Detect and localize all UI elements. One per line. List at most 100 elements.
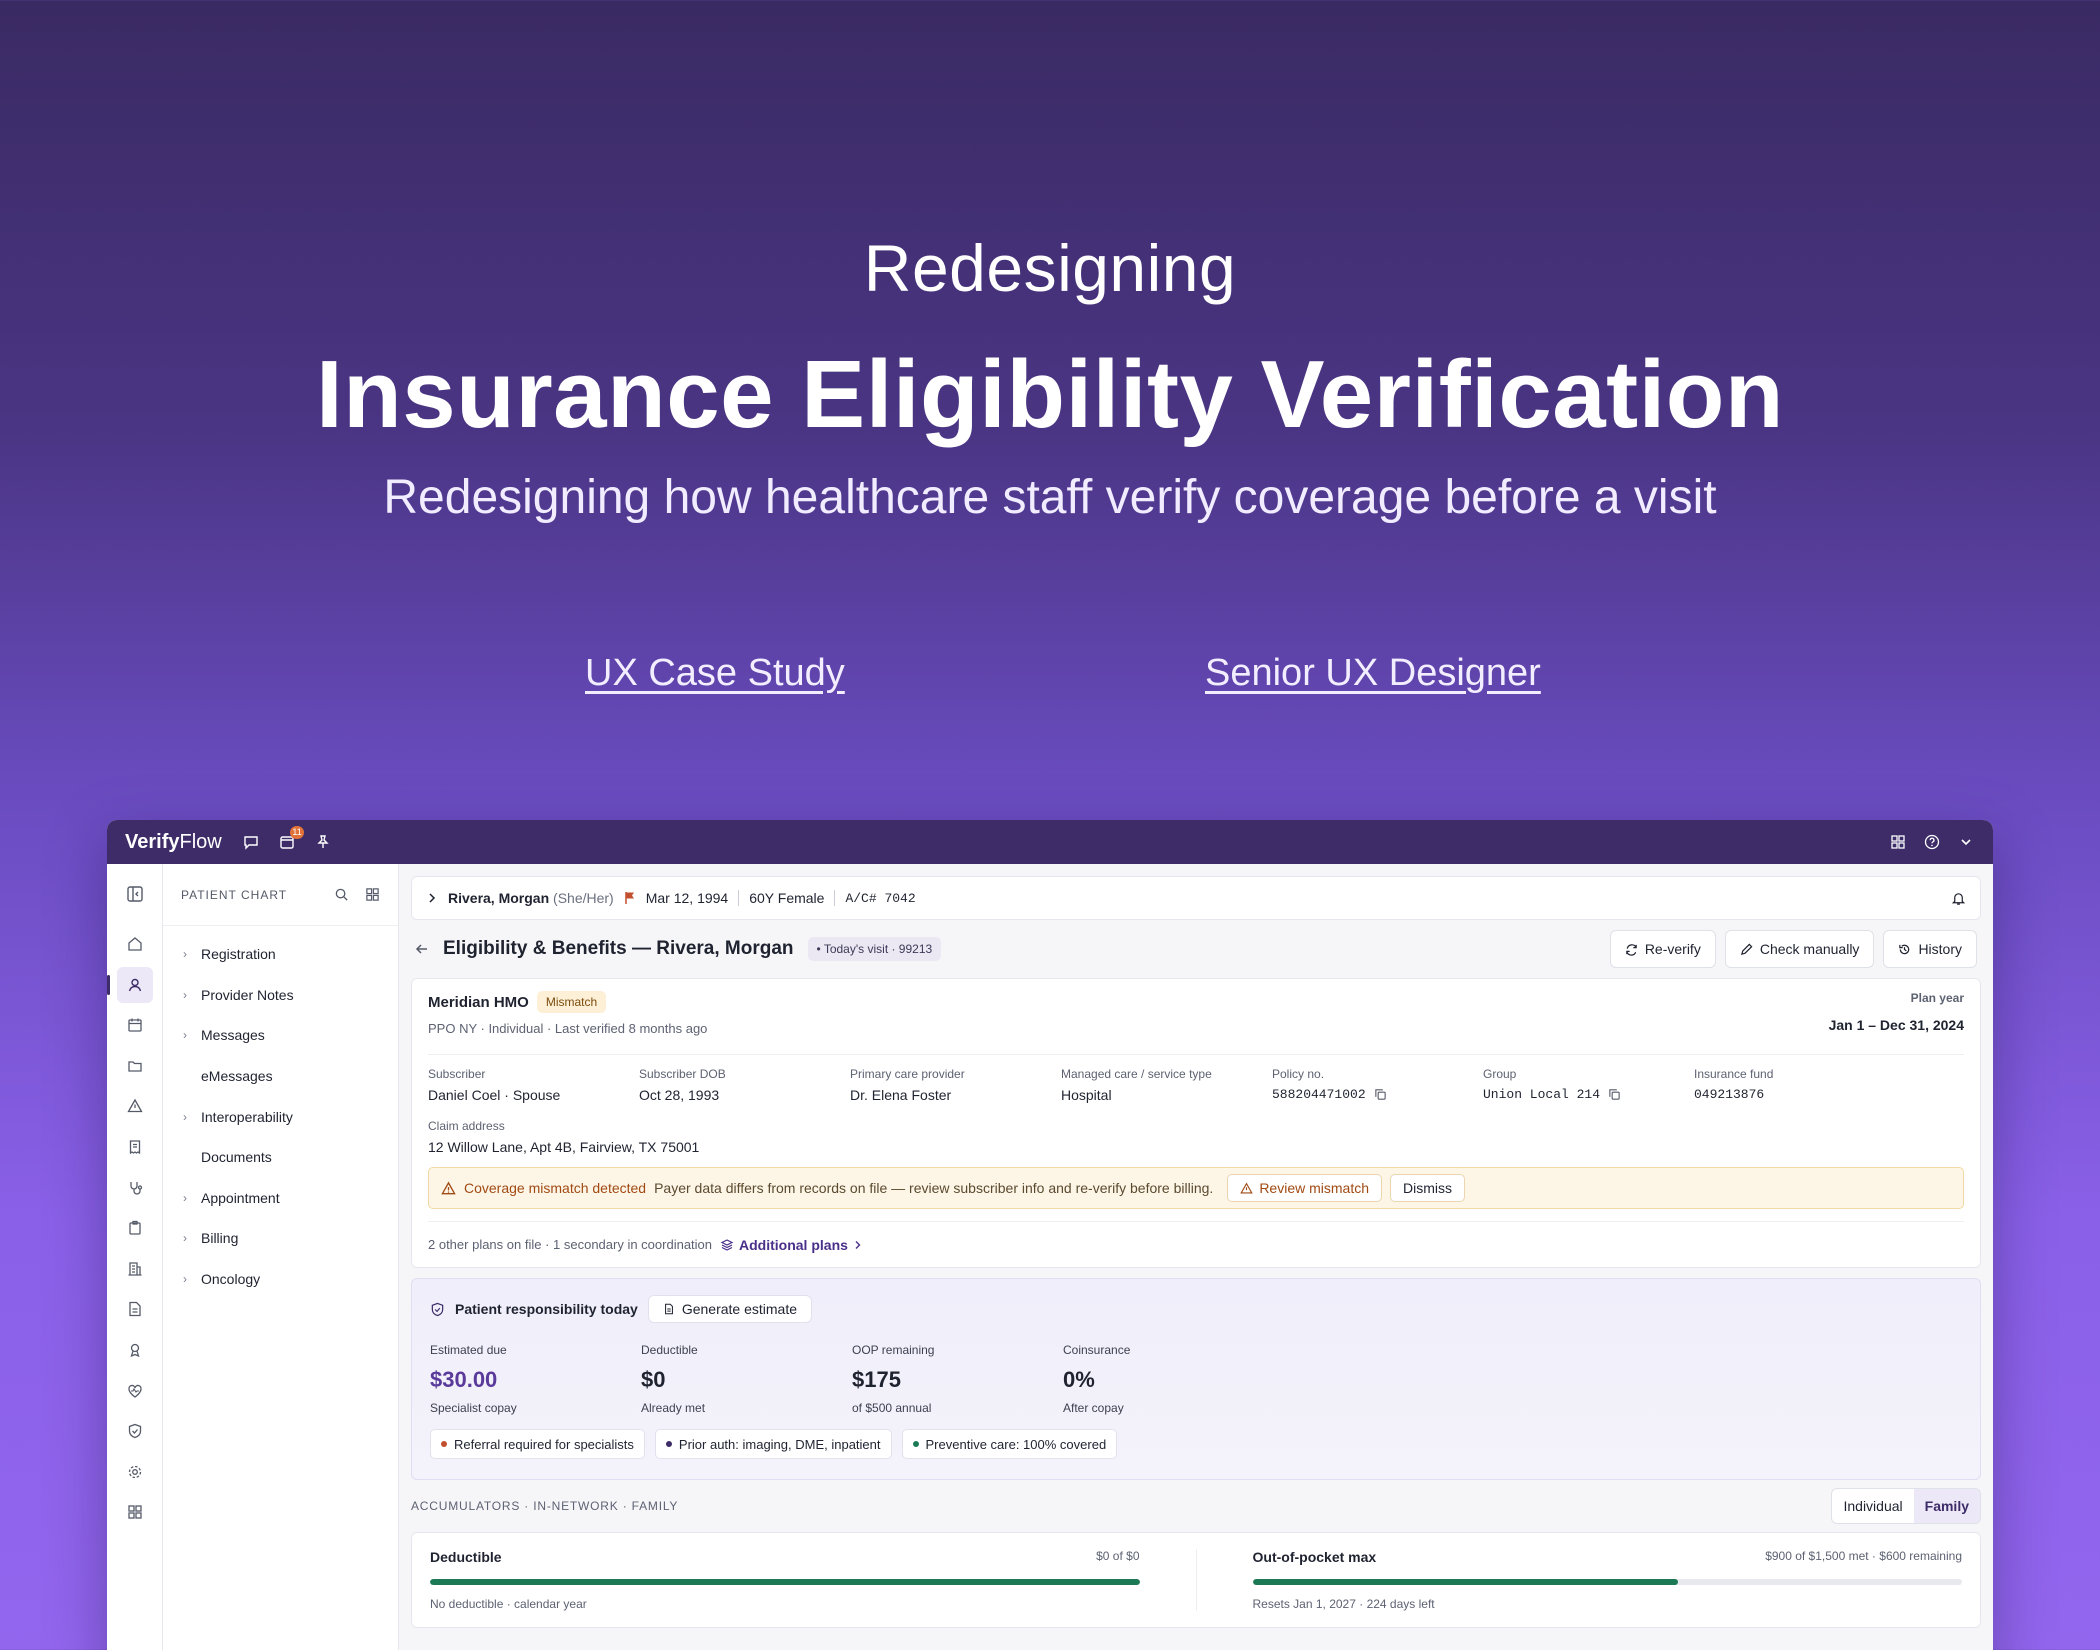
nav-item-oncology[interactable]: › Oncology [163, 1259, 398, 1300]
chevron-right-icon: › [183, 987, 187, 1002]
pill-prior-auth: Prior auth: imaging, DME, inpatient [654, 1429, 892, 1459]
tag-case-study[interactable]: UX Case Study [585, 652, 845, 695]
field-group: Group Union Local 214 [1483, 1067, 1694, 1103]
field-insurance-fund: Insurance fund 049213876 [1694, 1067, 1774, 1102]
hero-subtitle: Redesigning how healthcare staff verify … [383, 471, 1717, 524]
chevron-right-icon: › [183, 1109, 187, 1124]
plan-card: Meridian HMO Mismatch PPO NY · Individual… [411, 978, 1981, 1268]
other-plans-text: 2 other plans on file · 1 secondary in c… [428, 1237, 713, 1252]
refresh-icon [1625, 943, 1638, 956]
copy-icon[interactable] [1374, 1088, 1387, 1101]
apps-grid-icon[interactable] [1889, 833, 1907, 851]
chevron-down-icon[interactable] [1957, 833, 1975, 851]
ribbon-icon[interactable] [117, 1332, 153, 1368]
widgets-icon[interactable] [117, 1494, 153, 1530]
metric-coinsurance: Coinsurance 0% After copay [1063, 1343, 1131, 1415]
patient-dob: Mar 12, 1994 [645, 890, 729, 906]
app-window: VerifyFlow 11 PATIENT CHART › Registrati… [107, 820, 1993, 1650]
metric-deductible: Deductible $0 Already met [641, 1343, 706, 1415]
titlebar: VerifyFlow 11 [107, 820, 1993, 864]
document-icon[interactable] [117, 1291, 153, 1327]
visit-chip: • Today's visit · 99213 [807, 937, 942, 961]
dismiss-button[interactable]: Dismiss [1390, 1174, 1466, 1202]
field-claim-address: Claim address 12 Willow Lane, Apt 4B, Fai… [428, 1119, 700, 1155]
patient-pronouns: (She/Her) [553, 890, 614, 906]
hero: Redesigning Insurance Eligibility Verifi… [0, 0, 2100, 800]
calendar-icon[interactable] [117, 1007, 153, 1043]
nav-item-documents[interactable]: Documents [163, 1137, 398, 1178]
accumulator-deductible: Deductible $0 of $0 No deductible · calen… [430, 1549, 1140, 1611]
history-button[interactable]: History [1883, 930, 1977, 968]
chevron-right-icon: › [183, 1190, 187, 1205]
bell-icon[interactable] [1951, 891, 1966, 906]
patient-icon[interactable] [107, 966, 153, 1003]
additional-plans-link[interactable]: Additional plans [720, 1237, 863, 1253]
tag-role[interactable]: Senior UX Designer [1205, 652, 1541, 695]
generate-estimate-button[interactable]: Generate estimate [647, 1295, 812, 1323]
nav-item-emessages[interactable]: eMessages [163, 1056, 398, 1097]
chat-icon[interactable] [242, 833, 260, 851]
gear-icon[interactable] [117, 1454, 153, 1490]
toggle-individual[interactable]: Individual [1832, 1489, 1913, 1523]
help-icon[interactable] [1923, 833, 1941, 851]
copy-icon[interactable] [1608, 1088, 1621, 1101]
patient-account: A/C# 7042 [845, 890, 916, 906]
collapse-sidebar-icon[interactable] [117, 876, 153, 912]
alert-icon[interactable] [117, 1088, 153, 1124]
nav-item-billing[interactable]: › Billing [163, 1218, 398, 1259]
patient-age-sex: 60Y Female [749, 890, 825, 906]
review-mismatch-button[interactable]: Review mismatch [1227, 1174, 1383, 1202]
accumulator-oop-max: Out-of-pocket max $900 of $1,500 met · $6… [1195, 1549, 1962, 1611]
receipt-icon[interactable] [117, 1129, 153, 1165]
plan-year-label: Plan year [1910, 991, 1964, 1005]
nav-item-provider-notes[interactable]: › Provider Notes [163, 975, 398, 1016]
nav-item-interoperability[interactable]: › Interoperability [163, 1096, 398, 1137]
document-icon [663, 1303, 675, 1315]
clipboard-icon[interactable] [117, 1210, 153, 1246]
mismatch-alert: Coverage mismatch detected Payer data di… [428, 1167, 1964, 1209]
hero-headline: Insurance Eligibility Verification [315, 341, 1785, 448]
nav-item-appointment[interactable]: › Appointment [163, 1178, 398, 1219]
search-icon[interactable] [334, 887, 349, 902]
progress-bar [1252, 1579, 1962, 1585]
grid-view-icon[interactable] [365, 887, 380, 902]
coverage-level-toggle: Individual Family [1831, 1488, 1981, 1524]
responsibility-title: Patient responsibility today [455, 1301, 638, 1317]
tasks-badge: 11 [290, 826, 304, 839]
brand-logo[interactable]: VerifyFlow [125, 831, 222, 854]
pencil-icon [1740, 943, 1753, 956]
reverify-button[interactable]: Re-verify [1609, 930, 1716, 968]
chevron-right-icon [853, 1240, 863, 1250]
field-subscriber-dob: Subscriber DOB Oct 28, 1993 [639, 1067, 726, 1103]
history-icon [1898, 943, 1911, 956]
stethoscope-icon[interactable] [117, 1170, 153, 1206]
patient-chart-title: PATIENT CHART [181, 887, 288, 902]
folder-icon[interactable] [117, 1048, 153, 1084]
progress-fill [430, 1579, 1140, 1585]
patient-responsibility-card: Patient responsibility today Generate es… [411, 1278, 1981, 1480]
home-icon[interactable] [117, 926, 153, 962]
expand-banner-icon[interactable] [426, 892, 438, 904]
warning-icon [441, 1181, 456, 1196]
building-icon[interactable] [117, 1251, 153, 1287]
pill-preventive: Preventive care: 100% covered [901, 1429, 1118, 1459]
progress-fill [1252, 1579, 1679, 1585]
field-pcp: Primary care provider Dr. Elena Foster [850, 1067, 965, 1103]
plan-year-value: Jan 1 – Dec 31, 2024 [1828, 1017, 1964, 1033]
nav-item-registration[interactable]: › Registration [163, 934, 398, 975]
nav-item-messages[interactable]: › Messages [163, 1015, 398, 1056]
back-arrow-icon[interactable] [415, 942, 429, 956]
pin-icon[interactable] [314, 833, 332, 851]
metric-estimated-due: Estimated due $30.00 Specialist copay [430, 1343, 517, 1415]
chevron-right-icon: › [183, 1272, 187, 1287]
status-badge: Mismatch [536, 991, 607, 1013]
shield-icon[interactable] [117, 1413, 153, 1449]
toggle-family[interactable]: Family [1913, 1489, 1980, 1523]
icon-rail [107, 864, 163, 1650]
tasks-icon[interactable]: 11 [278, 826, 304, 851]
hero-kicker: Redesigning [863, 231, 1237, 305]
accumulators-heading: ACCUMULATORS · IN-NETWORK · FAMILY [411, 1499, 679, 1513]
check-manually-button[interactable]: Check manually [1724, 930, 1875, 968]
heart-pulse-icon[interactable] [117, 1373, 153, 1409]
patient-chart-nav: PATIENT CHART › Registration › Provider No… [163, 864, 399, 1650]
